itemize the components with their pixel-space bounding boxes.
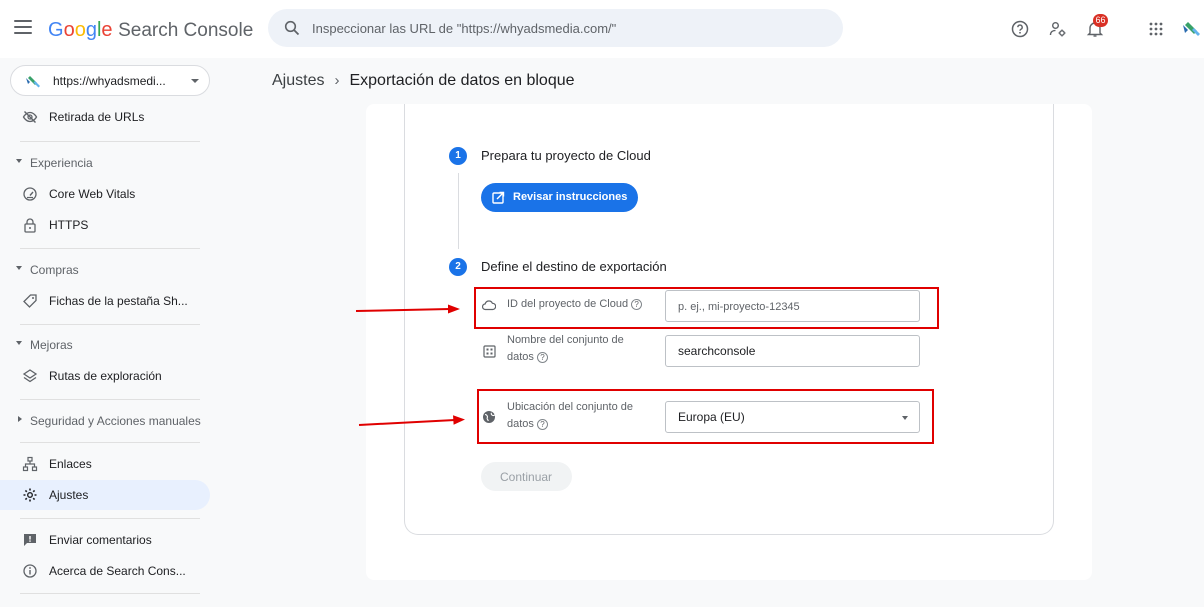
section-label: Seguridad y Acciones manuales — [30, 414, 201, 428]
sidebar-item-label: Fichas de la pestaña Sh... — [49, 294, 188, 308]
section-label: Experiencia — [30, 156, 93, 170]
breadcrumb-separator: › — [334, 72, 340, 89]
section-enhancements[interactable]: Mejoras — [0, 330, 210, 358]
gauge-icon — [22, 186, 38, 202]
review-instructions-button[interactable]: Revisar instrucciones — [481, 183, 638, 212]
eye-off-icon — [22, 109, 38, 125]
divider — [20, 248, 200, 249]
divider — [20, 141, 200, 142]
section-security[interactable]: Seguridad y Acciones manuales — [0, 406, 210, 434]
label-text: Nombre del conjunto de — [507, 334, 624, 346]
sidebar-item-core-web-vitals[interactable]: Core Web Vitals — [0, 179, 210, 209]
logo-letter: o — [63, 19, 75, 41]
divider — [20, 399, 200, 400]
annotation-box-project — [474, 287, 939, 329]
annotation-arrow-project — [355, 304, 460, 314]
sidebar-item-breadcrumbs[interactable]: Rutas de exploración — [0, 361, 210, 391]
step-1-title: Prepara tu proyecto de Cloud — [481, 148, 651, 163]
sidebar-item-label: Ajustes — [49, 488, 89, 502]
sidebar-item-label: Core Web Vitals — [49, 187, 136, 201]
section-shopping[interactable]: Compras — [0, 255, 210, 283]
property-url: https://whyadsmedi... — [53, 74, 166, 88]
sidebar-item-links[interactable]: Enlaces — [0, 449, 210, 479]
table-icon — [482, 344, 496, 358]
user-settings-icon[interactable] — [1046, 17, 1070, 41]
site-logo-icon — [26, 76, 40, 88]
annotation-arrow-location — [358, 415, 465, 426]
layers-icon — [22, 368, 38, 384]
sidebar-item-https[interactable]: HTTPS — [0, 210, 210, 240]
breadcrumb: Ajustes › Exportación de datos en bloque — [272, 72, 575, 90]
dataset-name-field[interactable]: searchconsole — [665, 335, 920, 367]
menu-icon[interactable] — [14, 20, 32, 34]
apps-grid-icon[interactable] — [1144, 17, 1168, 41]
sidebar-item-about[interactable]: Acerca de Search Cons... — [0, 556, 210, 586]
sidebar-item-label: Acerca de Search Cons... — [49, 564, 186, 578]
section-experience[interactable]: Experiencia — [0, 148, 210, 176]
sidebar-item-label: HTTPS — [49, 218, 89, 232]
sidebar-item-label: Enlaces — [49, 457, 92, 471]
breadcrumb-parent[interactable]: Ajustes — [272, 72, 324, 89]
divider — [20, 518, 200, 519]
label-text: datos — [507, 351, 534, 363]
chevron-down-icon — [191, 79, 199, 83]
help-icon[interactable] — [1008, 17, 1032, 41]
chevron-down-icon — [16, 159, 22, 163]
continue-button[interactable]: Continuar — [481, 462, 572, 491]
search-input[interactable] — [312, 18, 832, 38]
sidebar-item-shopping-tab[interactable]: Fichas de la pestaña Sh... — [0, 286, 210, 316]
lock-icon — [22, 217, 38, 233]
chevron-down-icon — [16, 341, 22, 345]
logo-letter: g — [85, 19, 97, 41]
logo-letter: e — [101, 19, 113, 41]
sidebar-item-feedback[interactable]: Enviar comentarios — [0, 525, 210, 555]
button-label: Continuar — [500, 470, 553, 484]
notification-badge: 66 — [1093, 14, 1108, 27]
divider — [20, 593, 200, 594]
url-inspection-search[interactable] — [268, 9, 843, 47]
page-title: Exportación de datos en bloque — [349, 72, 575, 89]
section-label: Mejoras — [30, 338, 73, 352]
help-icon[interactable]: ? — [536, 351, 548, 363]
search-icon — [284, 20, 300, 36]
chevron-down-icon — [16, 266, 22, 270]
sidebar-item-settings[interactable]: Ajustes — [0, 480, 210, 510]
feedback-icon — [22, 532, 38, 548]
dataset-name-value[interactable]: searchconsole — [678, 344, 755, 358]
product-name: Search Console — [118, 20, 254, 41]
sidebar-item-removals[interactable]: Retirada de URLs — [0, 102, 210, 132]
top-app-bar: Google Search Console 66 — [0, 0, 1204, 58]
sidebar-item-label: Rutas de exploración — [49, 369, 162, 383]
account-avatar[interactable] — [1180, 17, 1204, 41]
sidebar-item-label: Retirada de URLs — [49, 110, 145, 124]
chevron-right-icon — [18, 416, 22, 422]
sidebar: https://whyadsmedi... Retirada de URLs E… — [0, 58, 220, 607]
divider — [20, 442, 200, 443]
button-label: Revisar instrucciones — [513, 191, 628, 203]
dataset-name-label: Nombre del conjunto de datos? — [507, 332, 624, 366]
annotation-box-location — [477, 389, 934, 444]
step-connector — [458, 173, 459, 249]
sitemap-icon — [22, 456, 38, 472]
logo-letter: G — [48, 19, 64, 41]
open-external-icon — [492, 191, 505, 204]
app-logo[interactable]: Google Search Console — [48, 19, 253, 42]
tag-icon — [22, 293, 38, 309]
sidebar-item-label: Enviar comentarios — [49, 533, 152, 547]
info-icon — [22, 563, 38, 579]
divider — [20, 324, 200, 325]
section-label: Compras — [30, 263, 79, 277]
logo-letter: o — [74, 19, 86, 41]
gear-icon — [22, 487, 38, 503]
property-selector[interactable]: https://whyadsmedi... — [10, 65, 210, 96]
step-2-number: 2 — [449, 258, 467, 276]
step-1-number: 1 — [449, 147, 467, 165]
step-2-title: Define el destino de exportación — [481, 259, 667, 274]
